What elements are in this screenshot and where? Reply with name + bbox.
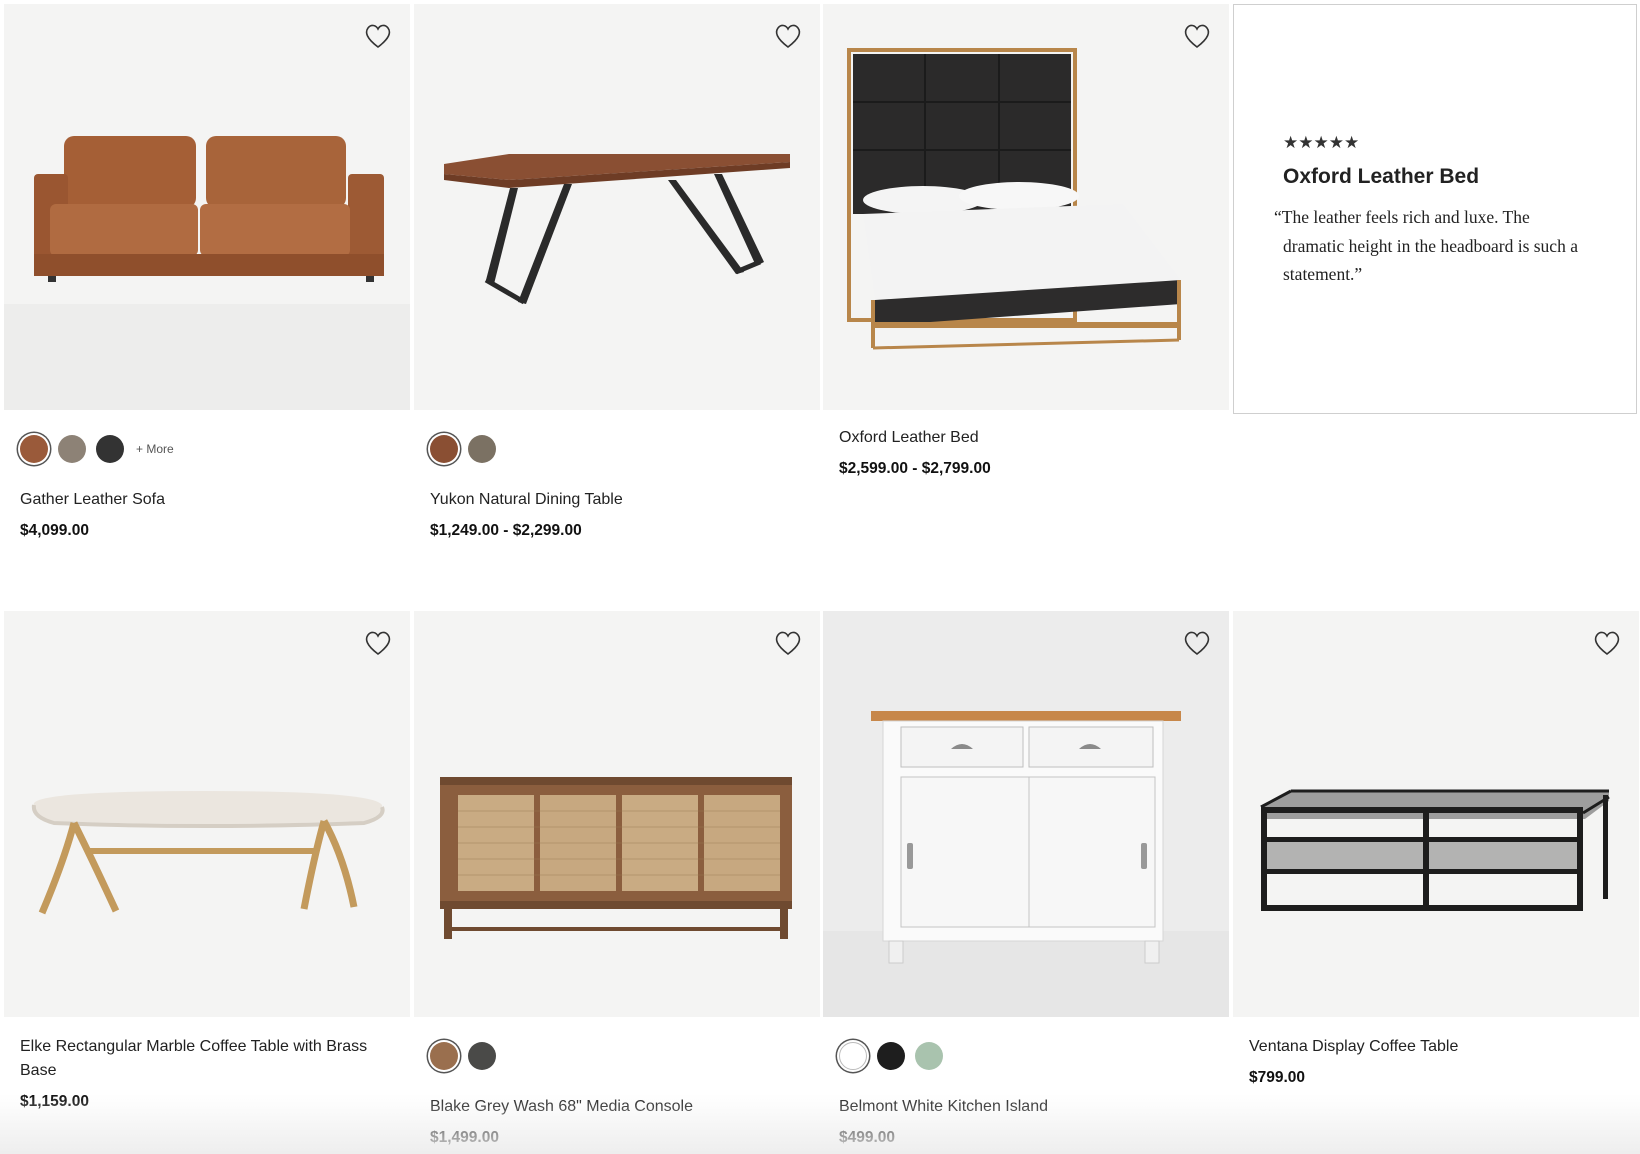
bed-image (847, 48, 1181, 350)
coffee-table-image (31, 791, 385, 915)
more-swatches-link[interactable]: + More (136, 442, 174, 456)
favorite-heart-icon[interactable] (772, 20, 804, 52)
kitchen-island-image (823, 711, 1229, 1017)
dining-table-image (444, 154, 790, 305)
swatch-cognac[interactable] (20, 435, 48, 463)
review-title: Oxford Leather Bed (1283, 165, 1480, 188)
product-image[interactable] (1233, 611, 1639, 1017)
product-tile-yukon-table[interactable]: Yukon Natural Dining Table $1,249.00 - $… (414, 4, 820, 540)
product-price: $1,159.00 (20, 1093, 89, 1110)
review-card: ★★★★★ Oxford Leather Bed “The leather fe… (1233, 4, 1637, 414)
product-image[interactable] (414, 4, 820, 410)
swatch-natural[interactable] (430, 435, 458, 463)
product-image[interactable] (4, 611, 410, 1017)
rating-stars: ★★★★★ (1283, 133, 1360, 152)
swatch-white[interactable] (839, 1042, 867, 1070)
product-tile-gather-sofa[interactable]: + More Gather Leather Sofa $4,099.00 (4, 4, 410, 540)
swatch-black[interactable] (877, 1042, 905, 1070)
color-swatches (414, 410, 820, 472)
product-tile-oxford-bed[interactable]: Oxford Leather Bed $2,599.00 - $2,799.00 (823, 4, 1229, 478)
swatch-grey[interactable] (468, 435, 496, 463)
swatch-taupe[interactable] (58, 435, 86, 463)
color-swatches (414, 1017, 820, 1079)
favorite-heart-icon[interactable] (1181, 627, 1213, 659)
product-tile-elke-table[interactable]: Elke Rectangular Marble Coffee Table wit… (4, 611, 410, 1111)
product-name[interactable]: Gather Leather Sofa (4, 472, 410, 512)
media-console-image (440, 777, 792, 939)
product-name[interactable]: Blake Grey Wash 68" Media Console (414, 1079, 820, 1119)
product-tile-belmont-island[interactable]: Belmont White Kitchen Island $499.00 (823, 611, 1229, 1147)
product-price: $499.00 (839, 1129, 896, 1146)
favorite-heart-icon[interactable] (772, 627, 804, 659)
favorite-heart-icon[interactable] (362, 627, 394, 659)
product-image[interactable] (823, 611, 1229, 1017)
product-price: $799.00 (1249, 1069, 1306, 1086)
color-swatches (823, 1017, 1229, 1079)
product-name[interactable]: Ventana Display Coffee Table (1233, 1017, 1639, 1059)
product-price: $1,499.00 (430, 1129, 499, 1146)
product-tile-blake-console[interactable]: Blake Grey Wash 68" Media Console $1,499… (414, 611, 820, 1147)
swatch-grey-wash[interactable] (430, 1042, 458, 1070)
review-quote: “The leather feels rich and luxe. The dr… (1274, 207, 1578, 284)
product-image[interactable] (4, 4, 410, 410)
favorite-heart-icon[interactable] (1181, 20, 1213, 52)
sofa-image (4, 136, 410, 410)
swatch-charcoal[interactable] (96, 435, 124, 463)
swatch-sage[interactable] (915, 1042, 943, 1070)
color-swatches: + More (4, 410, 410, 472)
favorite-heart-icon[interactable] (362, 20, 394, 52)
swatch-charcoal[interactable] (468, 1042, 496, 1070)
product-name[interactable]: Oxford Leather Bed (823, 410, 1229, 450)
product-name[interactable]: Belmont White Kitchen Island (823, 1079, 1229, 1119)
product-name[interactable]: Yukon Natural Dining Table (414, 472, 820, 512)
product-tile-ventana-table[interactable]: Ventana Display Coffee Table $799.00 (1233, 611, 1639, 1087)
product-price: $1,249.00 - $2,299.00 (430, 522, 582, 539)
product-image[interactable] (823, 4, 1229, 410)
display-table-image (1260, 789, 1610, 911)
product-price: $4,099.00 (20, 522, 89, 539)
product-image[interactable] (414, 611, 820, 1017)
product-name[interactable]: Elke Rectangular Marble Coffee Table wit… (4, 1017, 410, 1083)
favorite-heart-icon[interactable] (1591, 627, 1623, 659)
product-price: $2,599.00 - $2,799.00 (839, 460, 991, 477)
